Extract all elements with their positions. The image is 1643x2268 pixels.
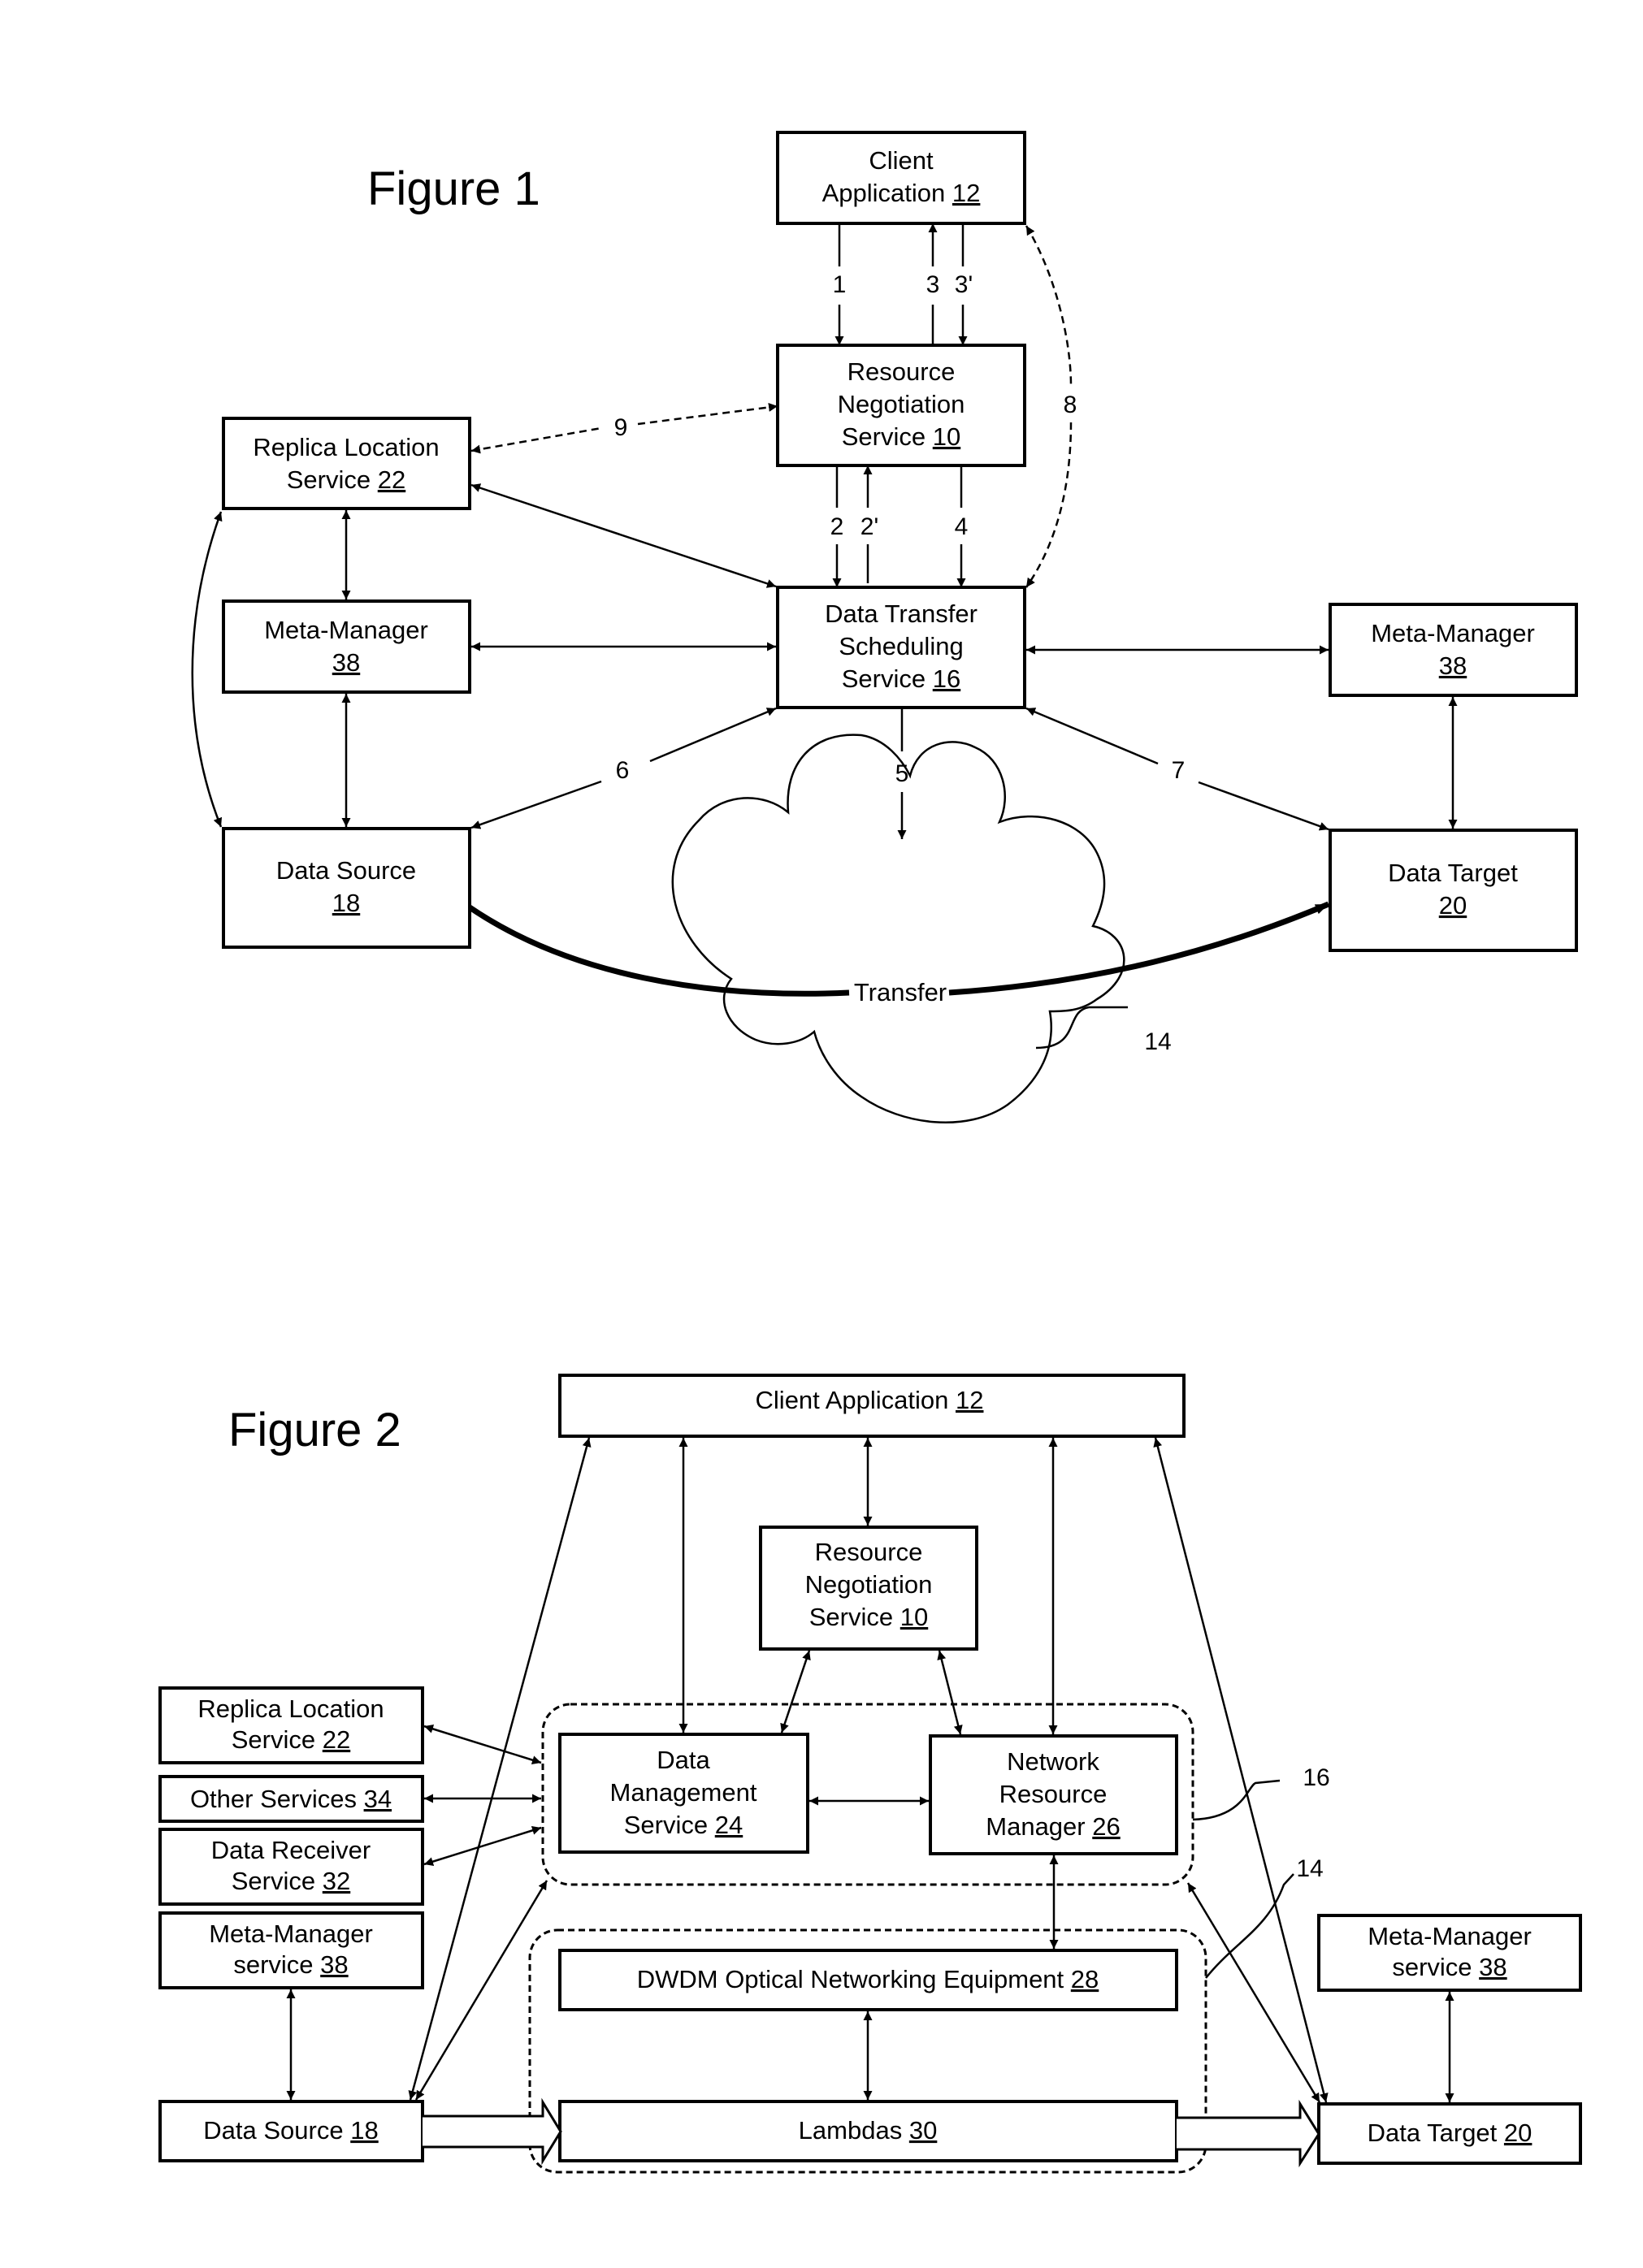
box-replica-location-service: Replica Location Service 22 [222,417,471,510]
f2-arrow-datasource-group [414,1880,548,2101]
arrow-replica-to-scheduler [470,483,777,588]
edge-label-9: 9 [614,414,628,441]
box-network-resource-manager: Network Resource Manager 26 [929,1734,1178,1855]
svg-text:service 38: service 38 [233,1950,348,1979]
edge-label-1: 1 [833,271,847,298]
network-ref-label: 14 [1144,1028,1171,1055]
svg-text:service 38: service 38 [1392,1953,1506,1981]
box-meta-manager-left: Meta-Manager 38 [222,599,471,694]
svg-text:Replica Location: Replica Location [253,433,439,461]
f2-arrow-datatarget-group [1186,1882,1321,2103]
svg-text:Data Target 20: Data Target 20 [1368,2119,1532,2147]
svg-text:Data Source: Data Source [276,856,416,885]
svg-text:Service 22: Service 22 [232,1725,350,1754]
box-data-target: Data Target 20 [1329,829,1578,952]
figure-2-title: Figure 2 [228,1404,401,1456]
edge-label-3: 3 [926,271,940,298]
box-lambdas: Lambdas 30 [558,2100,1178,2162]
edge-label-3-prime: 3' [955,271,973,298]
svg-text:Management: Management [610,1778,757,1807]
patent-figures: Figure 1 14 Transfer Client Application … [158,131,1582,2174]
svg-text:Negotiation: Negotiation [805,1570,933,1599]
svg-text:Meta-Manager: Meta-Manager [1371,619,1535,647]
svg-text:Data: Data [657,1746,710,1774]
svg-text:Resource: Resource [999,1780,1108,1808]
network-cloud [671,734,1125,1123]
svg-text:20: 20 [1439,891,1467,920]
svg-text:Service 22: Service 22 [287,465,405,494]
svg-text:Data Target: Data Target [1388,859,1518,887]
svg-text:Negotiation: Negotiation [838,390,965,418]
box-dwdm-optical-networking-equipment: DWDM Optical Networking Equipment 28 [558,1949,1178,2011]
box-data-management-service: Data Management Service 24 [558,1733,809,1854]
svg-text:Resource: Resource [848,357,956,386]
box-data-source-2: Data Source 18 [158,2100,424,2162]
svg-text:Application 12: Application 12 [822,179,981,207]
arrow-9 [470,426,602,454]
box-other-services: Other Services 34 [158,1775,424,1823]
f2-arrow-rns-nrm [937,1650,963,1735]
figure-1: Figure 1 14 Transfer Client Application … [191,131,1578,1123]
arrow-8 [1025,225,1073,387]
edge-label-4: 4 [955,513,969,540]
svg-text:Data Transfer: Data Transfer [825,599,978,628]
box-resource-negotiation-service: Resource Negotiation Service 10 [776,344,1026,467]
transfer-arrow-lambdas-to-target [1177,2099,1320,2168]
svg-text:Scheduling: Scheduling [839,632,963,660]
box-meta-manager-service-left: Meta-Manager service 38 [158,1911,424,1989]
arrow-replica-to-datasource [191,511,223,828]
svg-text:Service 24: Service 24 [624,1811,743,1839]
edge-label-8: 8 [1064,392,1077,418]
ref-16-label: 16 [1303,1764,1329,1791]
edge-label-2: 2 [830,513,844,540]
svg-text:18: 18 [332,889,360,917]
ref-16-leader [1192,1779,1281,1821]
figure-2: Figure 2 16 14 Client Application 12 Res… [158,1374,1582,2174]
edge-label-6: 6 [616,757,630,784]
svg-text:Service 10: Service 10 [809,1603,928,1631]
svg-text:DWDM Optical Networking Equipm: DWDM Optical Networking Equipment 28 [637,1965,1099,1993]
svg-text:Meta-Manager: Meta-Manager [209,1920,373,1948]
arrow-6 [649,707,777,763]
box-resource-negotiation-service-2: Resource Negotiation Service 10 [759,1526,978,1651]
box-data-source: Data Source 18 [222,827,471,949]
svg-text:Other Services 34: Other Services 34 [190,1785,392,1813]
box-data-target-2: Data Target 20 [1317,2102,1582,2165]
edge-label-2-prime: 2' [861,513,878,540]
svg-text:Network: Network [1007,1747,1099,1776]
svg-text:Client Application 12: Client Application 12 [756,1386,984,1414]
transfer-label: Transfer [854,978,947,1006]
svg-text:38: 38 [332,648,360,677]
edge-label-5: 5 [895,760,909,787]
box-replica-location-service-2: Replica Location Service 22 [158,1686,424,1764]
svg-text:38: 38 [1439,651,1467,680]
transfer-arrow-source-to-lambdas [423,2097,562,2166]
svg-text:Lambdas 30: Lambdas 30 [799,2116,938,2145]
box-meta-manager-right: Meta-Manager 38 [1329,603,1578,697]
svg-text:Data Receiver: Data Receiver [211,1836,371,1864]
box-meta-manager-service-right: Meta-Manager service 38 [1317,1914,1582,1992]
box-client-application-2: Client Application 12 [558,1374,1186,1438]
arrow-7 [1025,707,1159,765]
svg-text:Resource: Resource [815,1538,923,1566]
figure-1-title: Figure 1 [367,162,540,215]
f2-arrow-replica-group [423,1725,542,1764]
f2-arrow-rns-dms [780,1650,811,1733]
f2-arrow-datatarget-client [1153,1437,1329,2103]
svg-text:Meta-Manager: Meta-Manager [264,616,428,644]
svg-text:Replica Location: Replica Location [197,1695,384,1723]
svg-text:Service 10: Service 10 [842,422,960,451]
svg-text:Manager 26: Manager 26 [986,1812,1120,1841]
svg-text:Data Source 18: Data Source 18 [203,2116,378,2145]
box-data-transfer-scheduling-service: Data Transfer Scheduling Service 16 [776,586,1026,709]
svg-text:Meta-Manager: Meta-Manager [1368,1922,1532,1950]
svg-text:Client: Client [869,146,934,175]
svg-text:Service 32: Service 32 [232,1867,350,1895]
box-client-application: Client Application 12 [776,131,1026,225]
svg-text:Service 16: Service 16 [842,664,960,693]
box-data-receiver-service: Data Receiver Service 32 [158,1828,424,1906]
ref-14-label: 14 [1296,1855,1323,1882]
edge-label-7: 7 [1172,757,1186,784]
